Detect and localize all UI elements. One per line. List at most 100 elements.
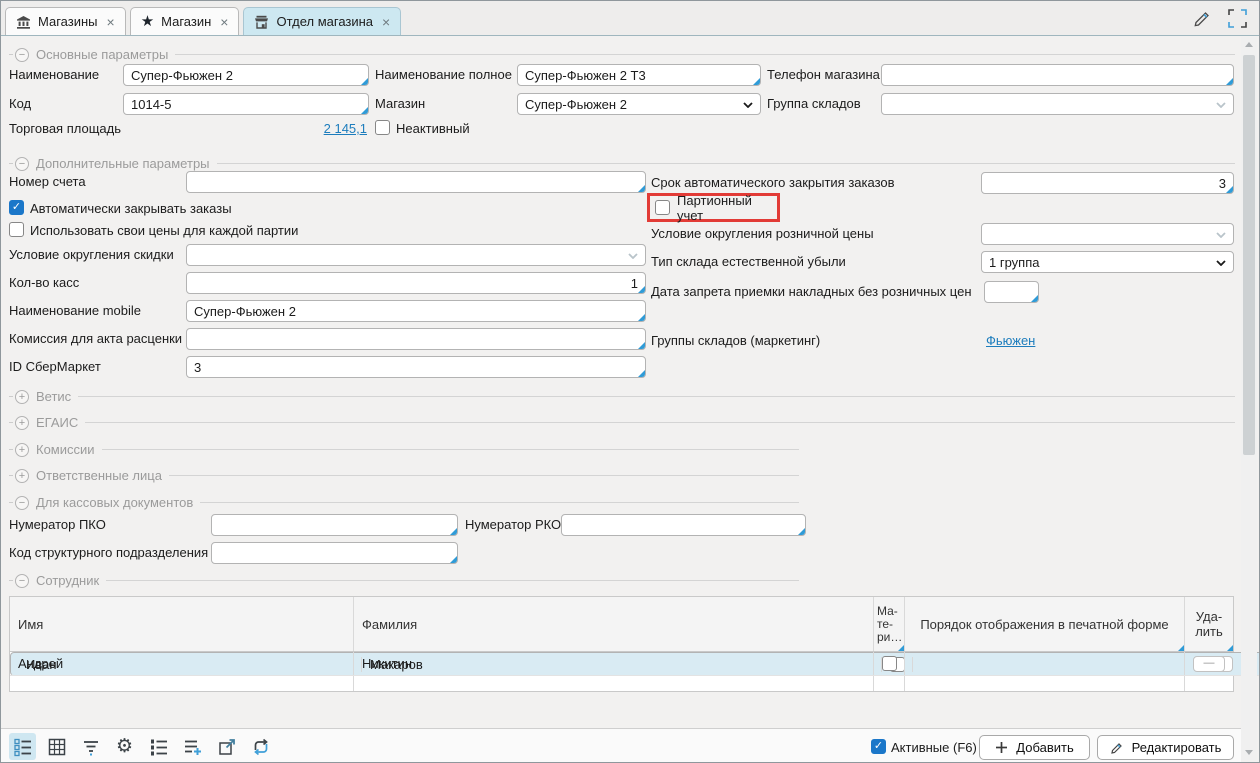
toolbar-add-list-button[interactable] bbox=[179, 733, 206, 760]
phone-input[interactable] bbox=[882, 65, 1233, 85]
chevron-down-icon bbox=[628, 253, 638, 259]
tab-bar: Магазины × ★ Магазин × Отдел магазина × bbox=[1, 1, 1259, 36]
column-header-print-order[interactable]: Порядок отображения в печатной форме bbox=[905, 597, 1185, 651]
toolbar-list-view-button[interactable] bbox=[9, 733, 36, 760]
cell-surname: Никитин bbox=[354, 652, 874, 675]
column-header-material[interactable]: Ма-те-ри… bbox=[874, 597, 905, 651]
active-filter-label: Активные (F6) bbox=[891, 740, 977, 755]
inactive-checkbox[interactable] bbox=[375, 120, 390, 135]
pko-numerator-label: Нумератор ПКО bbox=[9, 514, 106, 536]
auto-close-checkbox[interactable]: ✓ bbox=[9, 200, 24, 215]
scroll-down-button[interactable] bbox=[1245, 750, 1253, 755]
vertical-scrollbar[interactable] bbox=[1241, 37, 1257, 760]
section-divider bbox=[200, 502, 799, 503]
invoice-ban-date-input[interactable] bbox=[985, 282, 1038, 302]
auto-close-term-input[interactable] bbox=[982, 173, 1233, 193]
toolbar-open-external-button[interactable] bbox=[213, 733, 240, 760]
expand-icon[interactable]: + bbox=[15, 416, 29, 430]
natural-loss-select[interactable]: 1 группа bbox=[981, 251, 1234, 273]
expand-icon[interactable]: + bbox=[15, 469, 29, 483]
batch-accounting-checkbox[interactable] bbox=[655, 200, 670, 215]
struct-code-input[interactable] bbox=[212, 543, 457, 563]
footer-toolbar: ⚙ bbox=[1, 728, 1241, 763]
material-checkbox[interactable] bbox=[882, 656, 897, 671]
empty-cell bbox=[905, 676, 1185, 691]
code-input[interactable] bbox=[124, 94, 368, 114]
rko-numerator-input[interactable] bbox=[562, 515, 805, 535]
tab-close-icon[interactable]: × bbox=[382, 15, 390, 29]
commission-input[interactable] bbox=[187, 329, 645, 349]
collapse-icon[interactable]: − bbox=[15, 496, 29, 510]
sbermarket-id-field bbox=[186, 356, 646, 378]
shop-select-value: Супер-Фьюжен 2 bbox=[525, 97, 627, 112]
expand-icon[interactable]: + bbox=[15, 390, 29, 404]
toolbar-filter-button[interactable] bbox=[77, 733, 104, 760]
active-filter-checkbox[interactable]: ✓ bbox=[871, 739, 886, 754]
mobile-name-input[interactable] bbox=[187, 301, 645, 321]
sbermarket-id-input[interactable] bbox=[187, 357, 645, 377]
toolbar-grid-view-button[interactable] bbox=[43, 733, 70, 760]
account-number-input[interactable] bbox=[187, 172, 645, 192]
batch-accounting-label: Партионный учет bbox=[677, 193, 777, 223]
tab-close-icon[interactable]: × bbox=[220, 15, 228, 29]
account-number-label: Номер счета bbox=[9, 171, 86, 193]
scroll-up-button[interactable] bbox=[1245, 42, 1253, 47]
warehouse-group-label: Группа складов bbox=[767, 93, 861, 115]
section-title: Комиссии bbox=[36, 442, 95, 457]
retail-rounding-label: Условие округления розничной цены bbox=[651, 223, 874, 245]
section-title: ЕГАИС bbox=[36, 415, 78, 430]
tab-shop[interactable]: ★ Магазин × bbox=[130, 7, 240, 35]
trade-area-link[interactable]: 2 145,1 bbox=[301, 121, 367, 136]
collapse-icon[interactable]: − bbox=[15, 157, 29, 171]
tab-close-icon[interactable]: × bbox=[107, 15, 115, 29]
natural-loss-label: Тип склада естественной убыли bbox=[651, 251, 846, 273]
marketing-warehouse-groups-link[interactable]: Фьюжен bbox=[986, 333, 1035, 348]
empty-cell bbox=[10, 676, 354, 691]
section-vetis: + Ветис bbox=[9, 389, 1235, 404]
tab-store-department[interactable]: Отдел магазина × bbox=[243, 7, 401, 35]
tab-bar-actions bbox=[1192, 8, 1247, 29]
full-name-input[interactable] bbox=[518, 65, 760, 85]
trade-area-label: Торговая площадь bbox=[9, 121, 121, 136]
warehouse-group-select[interactable] bbox=[881, 93, 1234, 115]
retail-rounding-select[interactable] bbox=[981, 223, 1234, 245]
delete-row-button[interactable]: — bbox=[1193, 656, 1225, 672]
add-to-list-icon bbox=[183, 737, 203, 757]
edit-button[interactable]: Редактировать bbox=[1097, 735, 1234, 760]
own-prices-checkbox[interactable] bbox=[9, 222, 24, 237]
name-input[interactable] bbox=[124, 65, 368, 85]
auto-close-label: Автоматически закрывать заказы bbox=[30, 201, 232, 216]
employee-table: Имя Фамилия Ма-те-ри… Порядок отображени… bbox=[9, 596, 1234, 692]
table-row[interactable]: Андрей Никитин — bbox=[10, 652, 1233, 676]
collapse-icon[interactable]: − bbox=[15, 48, 29, 62]
cell-name: Андрей bbox=[10, 652, 354, 675]
shop-select[interactable]: Супер-Фьюжен 2 bbox=[517, 93, 761, 115]
toolbar-settings-button[interactable]: ⚙ bbox=[111, 733, 138, 760]
column-header-surname[interactable]: Фамилия bbox=[354, 597, 874, 651]
expand-icon[interactable]: + bbox=[15, 443, 29, 457]
cash-registers-input[interactable] bbox=[187, 273, 645, 293]
plus-icon bbox=[995, 741, 1008, 754]
grid-icon bbox=[47, 737, 67, 757]
tab-label: Магазин bbox=[161, 14, 211, 29]
add-button[interactable]: Добавить bbox=[979, 735, 1090, 760]
discount-rounding-select[interactable] bbox=[186, 244, 646, 266]
scroll-thumb[interactable] bbox=[1243, 55, 1255, 455]
section-divider bbox=[217, 163, 1235, 164]
collapse-icon[interactable]: − bbox=[15, 574, 29, 588]
column-header-name[interactable]: Имя bbox=[10, 597, 354, 651]
section-egais: + ЕГАИС bbox=[9, 415, 1235, 430]
toolbar-numbered-list-button[interactable] bbox=[145, 733, 172, 760]
section-title: Дополнительные параметры bbox=[36, 156, 210, 171]
pko-numerator-input[interactable] bbox=[212, 515, 457, 535]
fullscreen-icon[interactable] bbox=[1228, 9, 1247, 28]
toolbar-refresh-button[interactable] bbox=[247, 733, 274, 760]
struct-code-field bbox=[211, 542, 458, 564]
rko-numerator-field bbox=[561, 514, 806, 536]
tab-label: Отдел магазина bbox=[276, 14, 373, 29]
star-icon: ★ bbox=[141, 14, 154, 29]
column-header-delete[interactable]: Уда-лить bbox=[1185, 597, 1233, 651]
tab-shops[interactable]: Магазины × bbox=[5, 7, 126, 35]
edit-pencil-icon[interactable] bbox=[1192, 8, 1213, 29]
building-icon bbox=[16, 15, 31, 29]
